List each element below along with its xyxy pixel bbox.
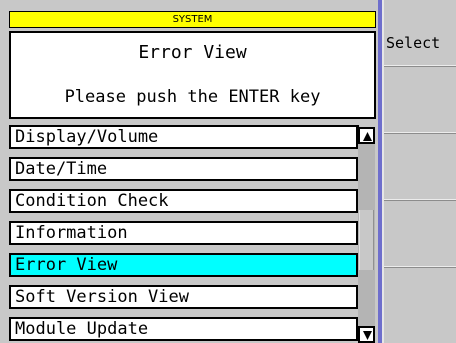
triangle-up-icon <box>363 132 372 141</box>
scroll-down-button[interactable] <box>358 326 375 343</box>
menu-item-condition-check[interactable]: Condition Check <box>9 189 359 213</box>
system-header: SYSTEM <box>9 11 376 28</box>
menu-scrollbar[interactable] <box>358 127 375 343</box>
softkey-1[interactable]: Select <box>384 0 456 66</box>
softkey-2[interactable] <box>384 67 456 133</box>
scroll-thumb[interactable] <box>359 210 374 270</box>
softkey-4[interactable] <box>384 201 456 267</box>
menu-item-soft-version-view[interactable]: Soft Version View <box>9 285 359 309</box>
menu-item-display-volume[interactable]: Display/Volume <box>9 125 359 149</box>
menu-item-error-view[interactable]: Error View <box>9 253 359 277</box>
softkey-1-label: Select <box>386 34 441 52</box>
menu-item-date-time[interactable]: Date/Time <box>9 157 359 181</box>
softkey-5[interactable] <box>384 268 456 343</box>
softkey-panel: Select <box>384 0 456 343</box>
info-title: Error View <box>138 42 247 63</box>
info-message: Please push the ENTER key <box>64 87 321 107</box>
menu-item-information[interactable]: Information <box>9 221 359 245</box>
scroll-up-button[interactable] <box>358 127 375 144</box>
menu-list: Display/Volume Date/Time Condition Check… <box>9 125 359 343</box>
triangle-down-icon <box>363 331 372 340</box>
menu-item-module-update[interactable]: Module Update <box>9 317 359 341</box>
softkey-3[interactable] <box>384 134 456 200</box>
info-box: Error View Please push the ENTER key <box>9 31 376 119</box>
